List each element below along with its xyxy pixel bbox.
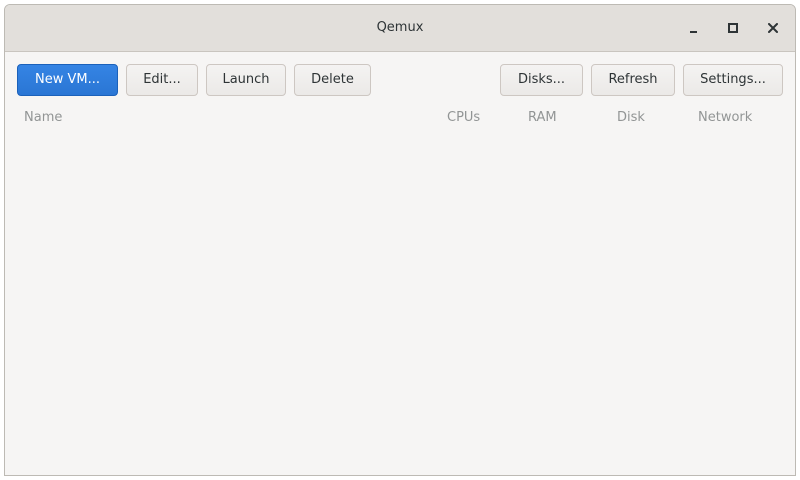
title-bar[interactable]: Qemux bbox=[5, 5, 795, 52]
settings-button[interactable]: Settings... bbox=[683, 64, 783, 96]
edit-button[interactable]: Edit... bbox=[126, 64, 198, 96]
maximize-button[interactable] bbox=[721, 16, 745, 40]
window-title: Qemux bbox=[376, 20, 424, 35]
close-icon bbox=[768, 23, 778, 33]
launch-button[interactable]: Launch bbox=[206, 64, 286, 96]
column-header-disk[interactable]: Disk bbox=[617, 109, 645, 127]
vm-list[interactable] bbox=[5, 133, 795, 475]
column-header-network[interactable]: Network bbox=[698, 109, 752, 127]
minimize-button[interactable] bbox=[681, 16, 705, 40]
minimize-icon bbox=[689, 31, 697, 33]
close-button[interactable] bbox=[761, 16, 785, 40]
column-header-ram[interactable]: RAM bbox=[528, 109, 557, 127]
app-window: Qemux New VM... Edit... Launch Delete Di… bbox=[4, 4, 796, 476]
column-header-name[interactable]: Name bbox=[24, 109, 62, 127]
refresh-button[interactable]: Refresh bbox=[591, 64, 675, 96]
column-header-cpus[interactable]: CPUs bbox=[447, 109, 480, 127]
delete-button[interactable]: Delete bbox=[294, 64, 371, 96]
new-vm-button[interactable]: New VM... bbox=[17, 64, 118, 96]
disks-button[interactable]: Disks... bbox=[500, 64, 583, 96]
maximize-icon bbox=[728, 23, 738, 33]
